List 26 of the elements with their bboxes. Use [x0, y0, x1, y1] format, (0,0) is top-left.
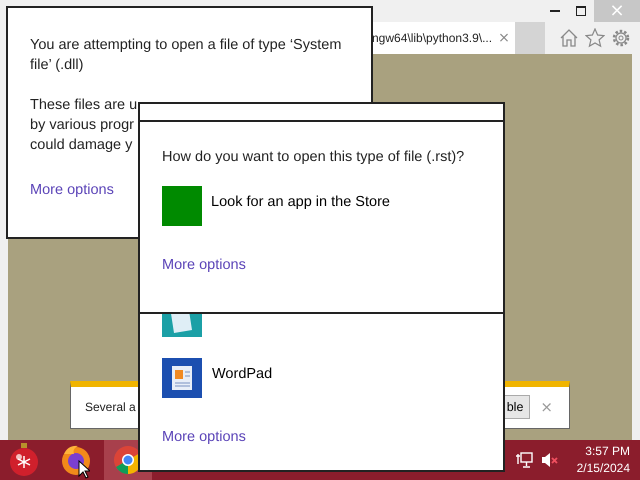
- home-icon[interactable]: [559, 28, 579, 48]
- notepad-icon: [162, 313, 202, 337]
- more-options-link[interactable]: More options: [162, 257, 246, 273]
- maximize-icon: [576, 6, 586, 16]
- tab-close-button[interactable]: ×: [498, 30, 510, 46]
- message-fragment: These files are u: [30, 96, 138, 115]
- pointer-icon: [78, 460, 90, 479]
- browser-tab[interactable]: ngw64\lib\python3.9\... ×: [372, 22, 515, 54]
- star-icon[interactable]: [585, 28, 605, 48]
- message-fragment: could damage y: [30, 136, 134, 155]
- dialog-message: You are attempting to open a file of type ‘System file’ (.dll): [30, 36, 342, 75]
- ornament-icon: [9, 443, 39, 477]
- clock-date[interactable]: 2/15/2024: [576, 460, 630, 477]
- minimize-icon: [550, 10, 560, 12]
- notification-text: Several a: [85, 400, 137, 414]
- wordpad-icon: [162, 358, 202, 398]
- app-option[interactable]: WordPad: [162, 358, 481, 398]
- clock-time[interactable]: 3:57 PM: [585, 443, 630, 460]
- settings-icon[interactable]: [611, 28, 631, 48]
- network-icon[interactable]: [514, 451, 533, 469]
- dialog-question: How do you want to open this type of file (.rst)?: [162, 149, 466, 165]
- more-options-link[interactable]: More options: [162, 429, 246, 445]
- more-options-link[interactable]: More options: [30, 182, 114, 198]
- message-fragment: by various progr: [30, 116, 135, 135]
- store-option[interactable]: Look for an app in the Store: [162, 186, 481, 226]
- muted-speaker-icon[interactable]: [540, 451, 559, 469]
